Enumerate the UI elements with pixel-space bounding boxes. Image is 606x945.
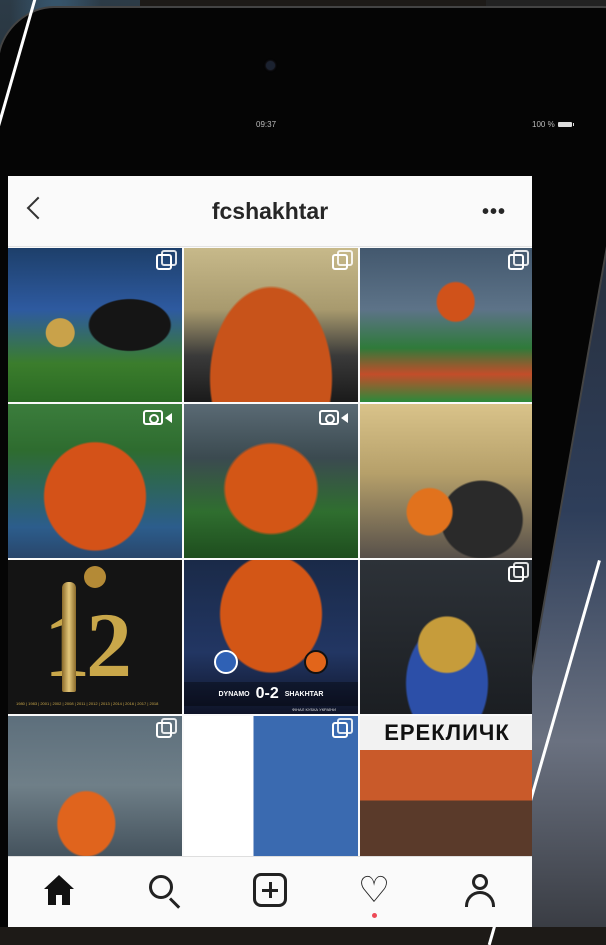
profile-icon <box>463 873 497 907</box>
club-crest-icon <box>84 566 106 588</box>
post-tile[interactable] <box>8 248 182 402</box>
match-score: 0-2 <box>255 685 279 702</box>
battery-icon <box>557 122 574 127</box>
post-tile[interactable] <box>8 716 182 870</box>
multi-image-icon <box>508 250 529 270</box>
heart-icon: ♡ <box>357 869 391 910</box>
dynamo-crest-icon <box>214 650 238 674</box>
nav-new-post[interactable] <box>249 869 291 911</box>
multi-image-icon <box>332 718 353 738</box>
cup-count-number: 12 <box>44 594 132 696</box>
post-grid: 12 1980 | 1983 | 2001 | 2002 | 2008 | 20… <box>8 248 532 870</box>
multi-image-icon <box>156 250 177 270</box>
home-team: DYNAMO <box>218 690 250 698</box>
trophy-icon <box>62 582 76 692</box>
post-tile[interactable] <box>360 248 532 402</box>
nav-profile[interactable] <box>459 869 501 911</box>
cup-years-text: 1980 | 1983 | 2001 | 2002 | 2008 | 2011 … <box>16 701 159 706</box>
nav-activity[interactable]: ♡ <box>353 869 395 918</box>
post-tile[interactable]: DYNAMO 0-2 SHAKHTAR ФІНАЛ КУБКА УКРАЇНИ <box>184 560 358 714</box>
match-scoreboard: DYNAMO 0-2 SHAKHTAR <box>184 682 358 706</box>
status-time: 09:37 <box>256 120 277 129</box>
activity-dot <box>372 913 377 918</box>
post-tile[interactable] <box>184 248 358 402</box>
nav-search[interactable] <box>143 869 185 911</box>
profile-header: fcshakhtar ••• <box>8 176 532 247</box>
shakhtar-crest-icon <box>304 650 328 674</box>
bottom-navigation: ♡ <box>8 856 532 927</box>
post-tile[interactable]: 12 1980 | 1983 | 2001 | 2002 | 2008 | 20… <box>8 560 182 714</box>
post-tile[interactable] <box>184 716 358 870</box>
post-tile[interactable] <box>360 560 532 714</box>
multi-image-icon <box>508 562 529 582</box>
battery-label: 100 % <box>532 120 555 129</box>
post-tile[interactable] <box>8 404 182 558</box>
multi-image-icon <box>156 718 177 738</box>
home-icon <box>42 873 76 907</box>
match-subtitle: ФІНАЛ КУБКА УКРАЇНИ <box>292 707 336 712</box>
instagram-profile-screen: fcshakhtar ••• 12 1980 | 1983 | 2001 | 2… <box>8 176 532 927</box>
nav-home[interactable] <box>38 869 80 911</box>
away-team: SHAKHTAR <box>284 690 324 698</box>
profile-username: fcshakhtar <box>211 198 329 224</box>
more-options-icon[interactable]: ••• <box>482 201 506 224</box>
video-camera-icon <box>143 410 172 425</box>
front-camera <box>266 61 275 70</box>
post-tile[interactable] <box>184 404 358 558</box>
status-battery: 100 % <box>532 120 574 129</box>
multi-image-icon <box>332 250 353 270</box>
post-tile[interactable] <box>360 404 532 558</box>
add-post-icon <box>253 873 287 907</box>
search-icon <box>147 873 181 909</box>
post-banner-text: ЕРЕКЛИЧК <box>384 720 510 745</box>
video-camera-icon <box>319 410 348 425</box>
post-tile[interactable]: ЕРЕКЛИЧК <box>360 716 532 870</box>
